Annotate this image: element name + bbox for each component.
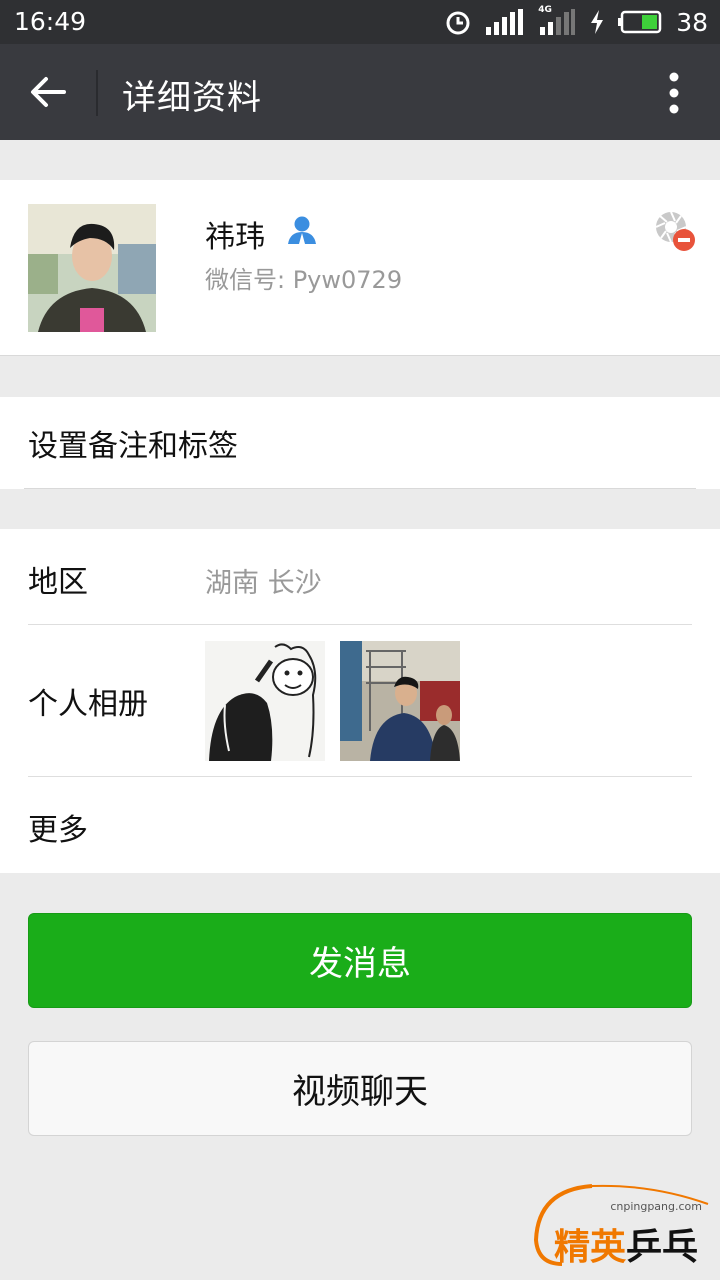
- region-row: 地区 湖南 长沙: [0, 529, 720, 625]
- profile-name: 祎玮: [205, 220, 265, 255]
- avatar[interactable]: [28, 204, 156, 332]
- more-options-button[interactable]: [652, 68, 696, 118]
- status-time: 16:49: [14, 7, 87, 36]
- watermark-text-b: 乒乓网: [626, 1227, 699, 1280]
- album-photo[interactable]: [205, 641, 325, 761]
- status-icons: 4G 38: [444, 5, 708, 38]
- album-photo[interactable]: [340, 641, 460, 761]
- more-vertical-icon: [669, 72, 679, 114]
- video-chat-button[interactable]: 视频聊天: [28, 1041, 692, 1136]
- more-row[interactable]: 更多: [0, 777, 720, 873]
- page-title: 详细资料: [122, 78, 262, 118]
- charging-icon: [591, 10, 604, 34]
- watermark-logo: cnpingpang.com 精英 乒乓网: [532, 1180, 712, 1280]
- battery-icon: [618, 10, 662, 34]
- region-label: 地区: [28, 565, 88, 600]
- back-arrow-icon: [31, 77, 66, 107]
- wechat-id: 微信号: Pyw0729: [205, 266, 403, 294]
- alarm-icon: [446, 11, 470, 35]
- status-bar: 16:49 4G 38: [0, 0, 720, 44]
- divider: [24, 488, 696, 489]
- back-button[interactable]: [20, 66, 76, 118]
- contact-person-icon: [288, 216, 316, 244]
- battery-level: 38: [676, 7, 708, 37]
- info-card: 地区 湖南 长沙 个人相册 更多: [0, 529, 720, 873]
- region-value: 湖南 长沙: [205, 568, 322, 599]
- moments-blocked-icon[interactable]: [654, 210, 696, 252]
- signal-icon: [486, 9, 524, 35]
- watermark-url: cnpingpang.com: [610, 1200, 702, 1213]
- remark-tags-row[interactable]: 设置备注和标签: [0, 397, 720, 489]
- remark-tags-label: 设置备注和标签: [28, 429, 238, 464]
- signal-4g-icon: 4G: [538, 5, 576, 35]
- title-divider: [96, 70, 98, 116]
- watermark-text-a: 精英: [554, 1227, 627, 1268]
- send-message-button[interactable]: 发消息: [28, 913, 692, 1008]
- profile-card: 祎玮 微信号: Pyw0729: [0, 180, 720, 356]
- more-label: 更多: [28, 813, 88, 848]
- title-bar: 详细资料: [0, 44, 720, 140]
- album-label: 个人相册: [28, 687, 148, 722]
